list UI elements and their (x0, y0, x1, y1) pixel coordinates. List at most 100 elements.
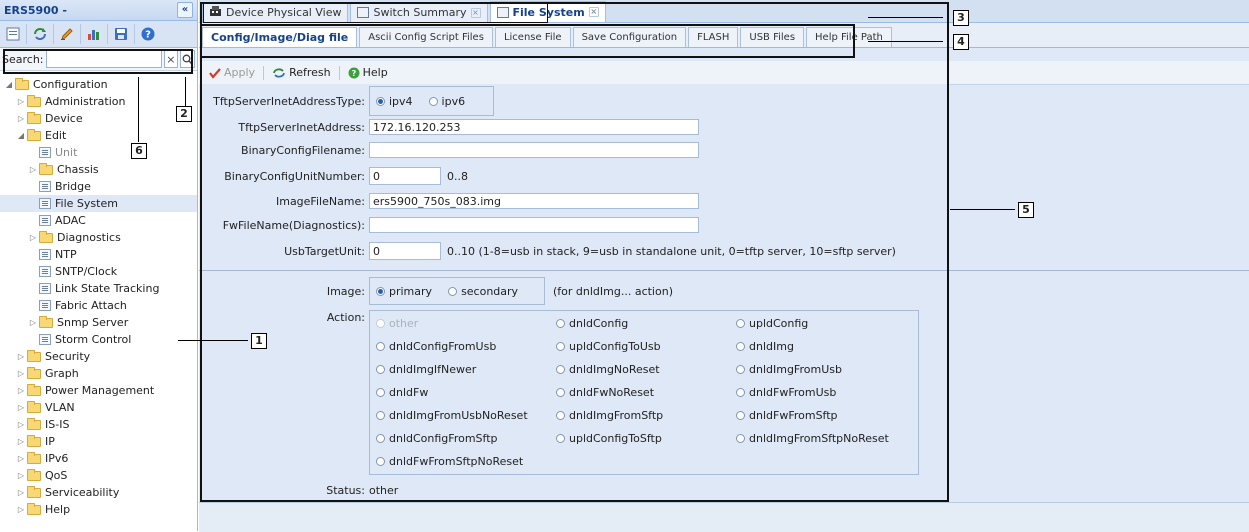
search-icon[interactable] (180, 50, 195, 68)
tree-item[interactable]: ▷ Administration (0, 93, 197, 110)
tree-item[interactable]: ▷ QoS (0, 467, 197, 484)
tree-item[interactable]: ▷ Power Management (0, 382, 197, 399)
tree-item[interactable]: SNTP/Clock (0, 263, 197, 280)
subtab-config-image-diag-file[interactable]: Config/Image/Diag file (202, 27, 358, 47)
tree-item[interactable]: ▷ Snmp Server (0, 314, 197, 331)
subtab-flash[interactable]: FLASH (688, 27, 739, 47)
tree-item[interactable]: ▷ Device (0, 110, 197, 127)
help-button[interactable]: ? Help (344, 66, 392, 79)
action-option-other[interactable]: other (376, 317, 418, 330)
action-option-dnldimgnoreset[interactable]: dnldImgNoReset (556, 363, 660, 376)
callout-4: 4 (953, 34, 969, 50)
ipv4-radio[interactable]: ipv4 (376, 95, 413, 108)
collapsed-arrow-icon[interactable]: ▷ (16, 420, 26, 429)
tab-file-system[interactable]: File System × (489, 1, 606, 22)
subtab-license-file[interactable]: License File (494, 27, 571, 47)
action-option-dnldfwfromsftp[interactable]: dnldFwFromSftp (736, 409, 838, 422)
tab-switch-summary[interactable]: Switch Summary × (350, 2, 488, 22)
secondary-radio[interactable]: secondary (448, 285, 518, 298)
action-option-upldconfig[interactable]: upldConfig (736, 317, 808, 330)
close-icon[interactable]: × (588, 7, 599, 17)
binary-unit-input[interactable]: 0 (369, 167, 441, 185)
help-icon[interactable]: ? (138, 24, 161, 44)
collapsed-arrow-icon[interactable]: ▷ (16, 505, 26, 514)
action-option-dnldfwfromsftpnoreset[interactable]: dnldFwFromSftpNoReset (376, 455, 523, 468)
collapsed-arrow-icon[interactable]: ▷ (16, 488, 26, 497)
subtab-help-file-path[interactable]: Help File Path (806, 27, 892, 47)
tree-item[interactable]: ▷ Diagnostics (0, 229, 197, 246)
tree-item[interactable]: ▷ Chassis (0, 161, 197, 178)
tree-item[interactable]: File System (0, 195, 197, 212)
tree-item[interactable]: Unit (0, 144, 197, 161)
tree-item[interactable]: ▷ IP (0, 433, 197, 450)
primary-radio[interactable]: primary (376, 285, 432, 298)
fw-file-input[interactable] (369, 217, 699, 233)
collapsed-arrow-icon[interactable]: ▷ (16, 403, 26, 412)
tab-device-physical-view[interactable]: Device Physical View (202, 2, 349, 22)
action-option-dnldimgfromsftpnoreset[interactable]: dnldImgFromSftpNoReset (736, 432, 889, 445)
image-file-input[interactable]: ers5900_750s_083.img (369, 193, 699, 209)
tree-item[interactable]: ▷ VLAN (0, 399, 197, 416)
collapsed-arrow-icon[interactable]: ▷ (28, 165, 38, 174)
collapsed-arrow-icon[interactable]: ▷ (28, 233, 38, 242)
tree-item[interactable]: Storm Control (0, 331, 197, 348)
page-icon[interactable] (3, 24, 27, 44)
tree-item[interactable]: NTP (0, 246, 197, 263)
tree-item[interactable]: ▷ Security (0, 348, 197, 365)
collapsed-arrow-icon[interactable]: ▷ (16, 386, 26, 395)
usb-unit-input[interactable]: 0 (369, 242, 441, 260)
subtab-usb-files[interactable]: USB Files (740, 27, 805, 47)
collapsed-arrow-icon[interactable]: ▷ (16, 114, 26, 123)
tree-item[interactable]: ▷ IS-IS (0, 416, 197, 433)
save-icon[interactable] (111, 24, 135, 44)
action-option-dnldimgfromsftp[interactable]: dnldImgFromSftp (556, 409, 663, 422)
action-option-dnldconfigfromsftp[interactable]: dnldConfigFromSftp (376, 432, 498, 445)
apply-button[interactable]: Apply (205, 66, 259, 79)
collapsed-arrow-icon[interactable]: ▷ (16, 97, 26, 106)
action-option-upldconfigtosftp[interactable]: upldConfigToSftp (556, 432, 662, 445)
tree-item[interactable]: Fabric Attach (0, 297, 197, 314)
collapsed-arrow-icon[interactable]: ▷ (16, 352, 26, 361)
expanded-arrow-icon[interactable]: ◢ (4, 80, 14, 89)
radio-icon (556, 342, 565, 351)
action-option-dnldimg[interactable]: dnldImg (736, 340, 794, 353)
tree-item[interactable]: Bridge (0, 178, 197, 195)
binary-filename-input[interactable] (369, 142, 699, 158)
action-option-upldconfigtousb[interactable]: upldConfigToUsb (556, 340, 661, 353)
radio-icon (556, 388, 565, 397)
chart-icon[interactable] (84, 24, 108, 44)
action-option-dnldfwnoreset[interactable]: dnldFwNoReset (556, 386, 654, 399)
tree-item[interactable]: ◢ Edit (0, 127, 197, 144)
clear-search-button[interactable]: × (163, 50, 179, 68)
expanded-arrow-icon[interactable]: ◢ (16, 131, 26, 140)
collapsed-arrow-icon[interactable]: ▷ (16, 369, 26, 378)
tree-item[interactable]: ▷ Serviceability (0, 484, 197, 501)
subtab-save-configuration[interactable]: Save Configuration (572, 27, 687, 47)
action-option-dnldconfigfromusb[interactable]: dnldConfigFromUsb (376, 340, 496, 353)
close-icon[interactable]: × (470, 7, 481, 18)
collapsed-arrow-icon[interactable]: ▷ (16, 437, 26, 446)
action-option-dnldfw[interactable]: dnldFw (376, 386, 428, 399)
edit-icon[interactable] (57, 24, 81, 44)
action-option-dnldconfig[interactable]: dnldConfig (556, 317, 628, 330)
action-option-dnldimgfromusbnoreset[interactable]: dnldImgFromUsbNoReset (376, 409, 528, 422)
collapse-nav-button[interactable]: « (177, 2, 193, 18)
subtab-ascii-config-script-files[interactable]: Ascii Config Script Files (359, 27, 493, 47)
tree-item[interactable]: ▷ IPv6 (0, 450, 197, 467)
tree-item[interactable]: Link State Tracking (0, 280, 197, 297)
ipv6-radio[interactable]: ipv6 (428, 95, 465, 108)
action-option-dnldfwfromusb[interactable]: dnldFwFromUsb (736, 386, 836, 399)
inet-address-input[interactable]: 172.16.120.253 (369, 119, 699, 135)
tree-item[interactable]: ▷ Graph (0, 365, 197, 382)
collapsed-arrow-icon[interactable]: ▷ (28, 318, 38, 327)
tree-item[interactable]: ◢ Configuration (0, 76, 197, 93)
tree-item[interactable]: ▷ Help (0, 501, 197, 518)
action-option-dnldimgfromusb[interactable]: dnldImgFromUsb (736, 363, 842, 376)
refresh-icon[interactable] (30, 24, 54, 44)
refresh-button[interactable]: Refresh (268, 66, 335, 79)
search-input[interactable] (45, 50, 162, 68)
action-option-dnldimgifnewer[interactable]: dnldImgIfNewer (376, 363, 476, 376)
collapsed-arrow-icon[interactable]: ▷ (16, 454, 26, 463)
tree-item[interactable]: ADAC (0, 212, 197, 229)
collapsed-arrow-icon[interactable]: ▷ (16, 471, 26, 480)
